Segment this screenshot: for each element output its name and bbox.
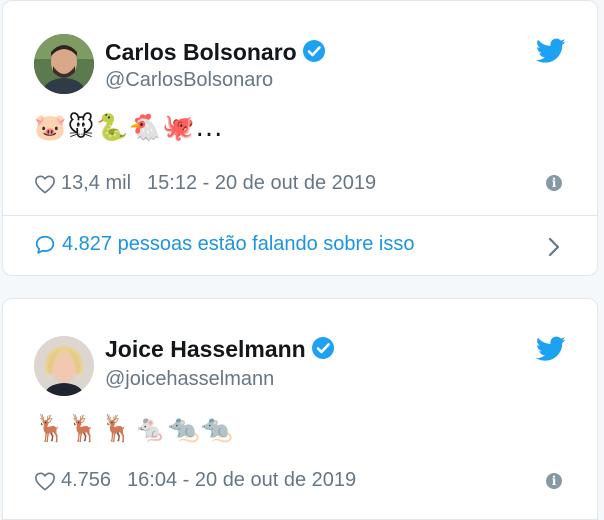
display-name-row[interactable]: Carlos Bolsonaro — [105, 39, 326, 66]
heart-icon[interactable] — [34, 471, 56, 491]
display-name[interactable]: Joice Hasselmann — [105, 336, 306, 362]
tweet-meta: 13,4 mil 15:12 - 20 de out de 2019 — [34, 172, 376, 195]
divider — [3, 215, 597, 216]
tweet-card[interactable]: Carlos Bolsonaro @CarlosBolsonaro 🐷🐭🐍🐔🐙.… — [2, 0, 598, 276]
user-handle[interactable]: @CarlosBolsonaro — [105, 69, 273, 92]
tweet-text: 🐷🐭🐍🐔🐙... — [34, 113, 224, 143]
like-count[interactable]: 13,4 mil — [61, 172, 131, 195]
speech-bubble-icon — [34, 234, 56, 256]
user-handle[interactable]: @joicehasselmann — [105, 368, 274, 391]
tweet-text: 🦌🦌🦌🐁🐀🐀 — [34, 414, 235, 444]
twitter-bird-icon[interactable] — [536, 38, 566, 64]
heart-icon[interactable] — [34, 174, 56, 194]
like-count[interactable]: 4.756 — [61, 469, 111, 492]
verified-badge-icon — [311, 337, 334, 359]
avatar[interactable] — [34, 336, 94, 396]
avatar-photo — [34, 336, 94, 396]
display-name[interactable]: Carlos Bolsonaro — [105, 39, 297, 65]
verified-badge-icon — [302, 40, 325, 62]
twitter-bird-icon[interactable] — [536, 336, 566, 362]
display-name-row[interactable]: Joice Hasselmann — [105, 336, 335, 363]
conversation-link[interactable]: 4.827 pessoas estão falando sobre isso — [34, 233, 414, 256]
chevron-right-icon[interactable] — [547, 237, 561, 257]
tweet-timestamp[interactable]: 15:12 - 20 de out de 2019 — [147, 172, 376, 195]
avatar[interactable] — [34, 34, 94, 94]
info-icon[interactable]: i — [546, 473, 562, 489]
avatar-photo — [34, 34, 94, 94]
tweet-timestamp[interactable]: 16:04 - 20 de out de 2019 — [127, 469, 356, 492]
tweet-card[interactable]: Joice Hasselmann @joicehasselmann 🦌🦌🦌🐁🐀🐀… — [2, 298, 598, 520]
tweet-meta: 4.756 16:04 - 20 de out de 2019 — [34, 469, 356, 492]
info-icon[interactable]: i — [546, 175, 562, 191]
conversation-text[interactable]: 4.827 pessoas estão falando sobre isso — [62, 233, 414, 256]
